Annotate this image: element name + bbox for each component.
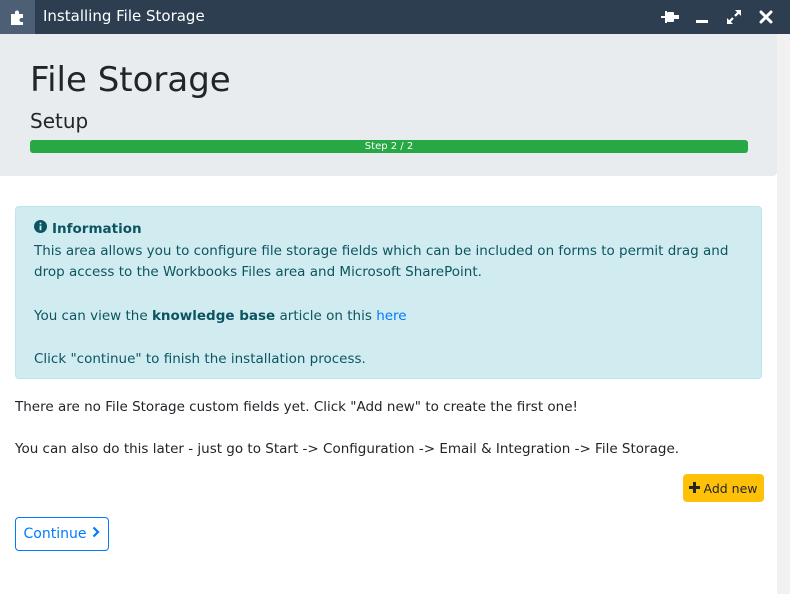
close-icon[interactable] <box>750 0 782 34</box>
no-fields-message: There are no File Storage custom fields … <box>15 399 578 415</box>
info-heading: Information <box>52 221 142 237</box>
kb-here-link[interactable]: here <box>376 308 406 324</box>
progress-bar: Step 2 / 2 <box>30 140 748 153</box>
add-new-button[interactable]: Add new <box>683 474 764 502</box>
continue-label: Continue <box>23 526 87 542</box>
plus-icon <box>689 481 701 496</box>
page-subtitle: Setup <box>30 109 89 133</box>
information-alert: Information This area allows you to conf… <box>15 206 762 379</box>
puzzle-icon <box>0 0 35 34</box>
info-circle-icon <box>34 219 47 241</box>
setup-header: File Storage Setup Step 2 / 2 <box>0 34 777 176</box>
window-title: Installing File Storage <box>43 7 205 25</box>
info-continue-hint: Click "continue" to finish the installat… <box>34 351 366 367</box>
later-instructions: You can also do this later - just go to … <box>15 441 680 457</box>
chevron-right-icon <box>92 526 101 542</box>
kb-bold-text: knowledge base <box>151 307 276 324</box>
minimize-icon[interactable] <box>686 0 718 34</box>
info-kb-line: You can view the knowledge base article … <box>34 307 407 324</box>
page-title: File Storage <box>30 60 231 100</box>
pin-icon[interactable] <box>654 0 686 34</box>
window-titlebar: Installing File Storage <box>0 0 790 34</box>
maximize-icon[interactable] <box>718 0 750 34</box>
scrollbar[interactable] <box>777 34 790 594</box>
continue-button[interactable]: Continue <box>15 517 109 551</box>
step-progress: Step 2 / 2 <box>30 140 748 153</box>
info-description: This area allows you to configure file s… <box>34 242 729 281</box>
add-new-label: Add new <box>703 480 758 496</box>
